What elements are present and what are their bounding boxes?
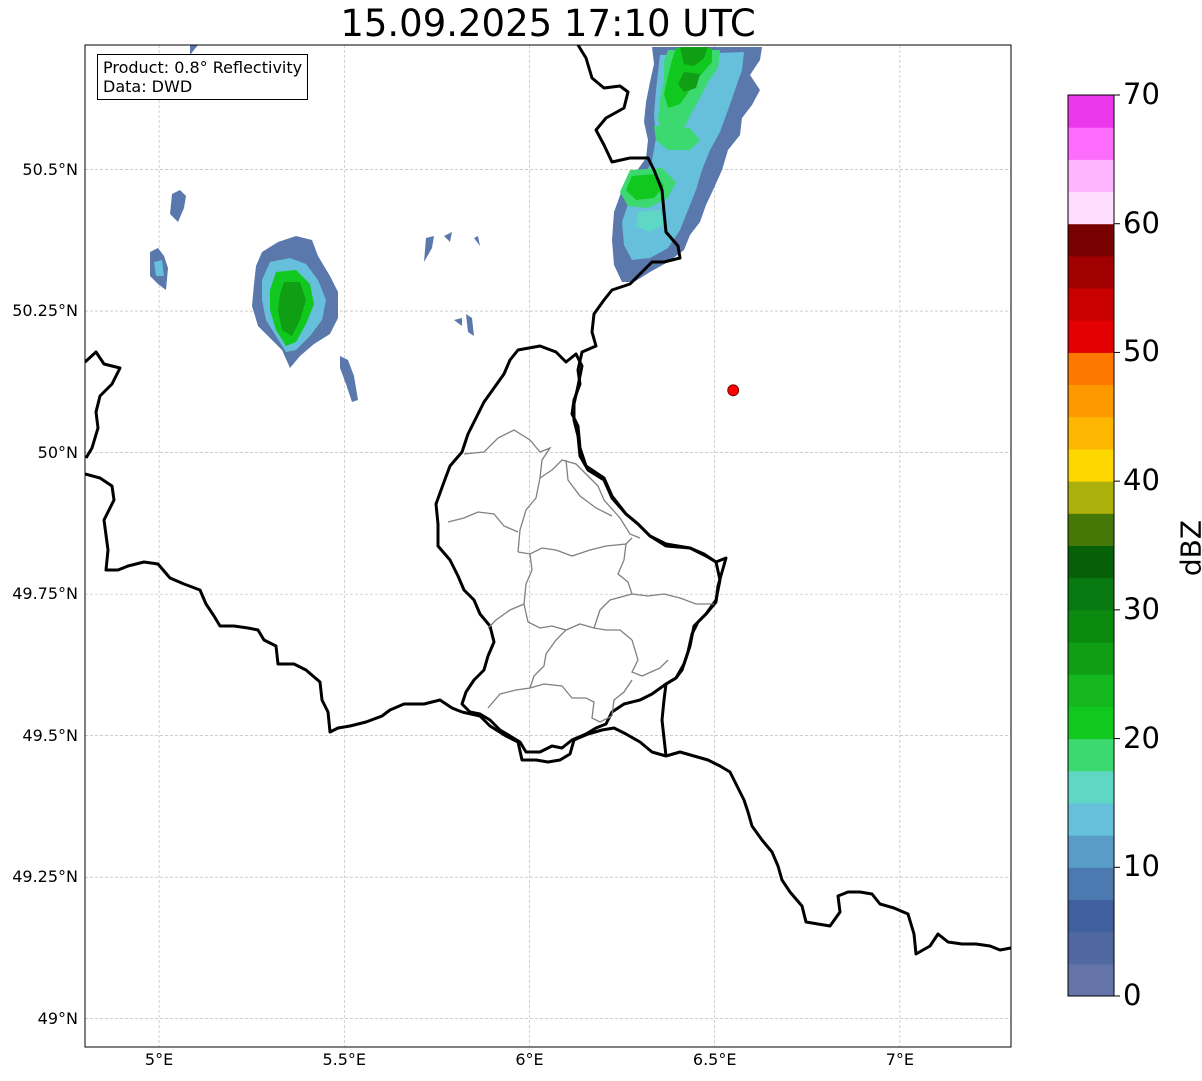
colorbar xyxy=(1068,94,1120,997)
lat-tick-label: 50°N xyxy=(37,442,78,462)
colorbar-swatch xyxy=(1068,899,1114,933)
map-gridlines xyxy=(85,45,1011,1047)
colorbar-tick-label: 20 xyxy=(1123,720,1160,755)
lat-tick-label: 49.75°N xyxy=(12,584,78,604)
lat-tick-label: 49.5°N xyxy=(22,725,78,745)
colorbar-swatch xyxy=(1068,513,1114,546)
colorbar-label: dBZ xyxy=(1174,519,1202,577)
colorbar-tick-label: 50 xyxy=(1123,334,1160,369)
colorbar-swatch xyxy=(1068,802,1114,836)
colorbar-tick-label: 0 xyxy=(1123,978,1142,1012)
lat-tick-label: 50.5°N xyxy=(22,159,78,179)
colorbar-swatch xyxy=(1068,95,1114,128)
colorbar-swatch xyxy=(1068,770,1114,804)
colorbar-swatch xyxy=(1068,642,1114,675)
radar-site-marker xyxy=(727,384,740,397)
colorbar-swatch xyxy=(1068,127,1114,160)
colorbar-swatch xyxy=(1068,609,1114,643)
colorbar-swatch xyxy=(1068,577,1114,611)
colorbar-swatch xyxy=(1068,352,1114,386)
lat-tick-label: 49°N xyxy=(37,1008,78,1028)
info-box: Product: 0.8° Reflectivity Data: DWD xyxy=(97,54,309,100)
lon-tick-label: 5.5°E xyxy=(322,1050,367,1069)
lon-tick-label: 6.5°E xyxy=(692,1050,737,1069)
echo-cluster-west xyxy=(252,236,338,368)
colorbar-swatch xyxy=(1068,674,1114,707)
colorbar-swatch xyxy=(1068,738,1114,772)
border-luxembourg xyxy=(434,344,722,754)
colorbar-swatch xyxy=(1068,384,1114,418)
colorbar-swatch xyxy=(1068,706,1114,740)
colorbar-tick-label: 60 xyxy=(1123,205,1160,240)
colorbar-swatch xyxy=(1068,255,1114,289)
echo-cluster-northeast xyxy=(612,47,762,282)
border-belgium-france xyxy=(85,472,463,734)
colorbar-swatch xyxy=(1068,481,1114,514)
lat-tick-label: 49.25°N xyxy=(12,867,78,887)
map-frame xyxy=(84,44,1012,1048)
border-west-fragment xyxy=(85,350,122,459)
colorbar-swatch xyxy=(1068,159,1114,193)
lon-tick-label: 6°E xyxy=(515,1050,544,1069)
colorbar-swatch xyxy=(1068,545,1114,579)
product-label: Product: 0.8° Reflectivity xyxy=(103,58,303,77)
colorbar-tick-label: 40 xyxy=(1123,463,1160,498)
colorbar-swatch xyxy=(1068,835,1114,868)
lon-tick-label: 7°E xyxy=(885,1050,915,1069)
lat-tick-label: 50.25°N xyxy=(12,301,78,321)
colorbar-swatch xyxy=(1068,931,1114,965)
colorbar-swatch xyxy=(1068,191,1114,225)
country-borders xyxy=(85,45,1011,956)
lon-tick-label: 5°E xyxy=(144,1050,174,1069)
colorbar-swatch xyxy=(1068,320,1114,353)
colorbar-tick-label: 70 xyxy=(1123,77,1160,111)
colorbar-tick-label: 10 xyxy=(1123,849,1160,884)
colorbar-swatch xyxy=(1068,963,1114,997)
colorbar-swatch xyxy=(1068,867,1114,900)
colorbar-swatch xyxy=(1068,416,1114,450)
colorbar-swatch xyxy=(1068,223,1114,257)
colorbar-tick-label: 30 xyxy=(1123,591,1160,626)
data-source-label: Data: DWD xyxy=(103,77,193,96)
colorbar-swatch xyxy=(1068,448,1114,482)
radar-map xyxy=(84,44,1120,1048)
colorbar-swatch xyxy=(1068,288,1114,321)
